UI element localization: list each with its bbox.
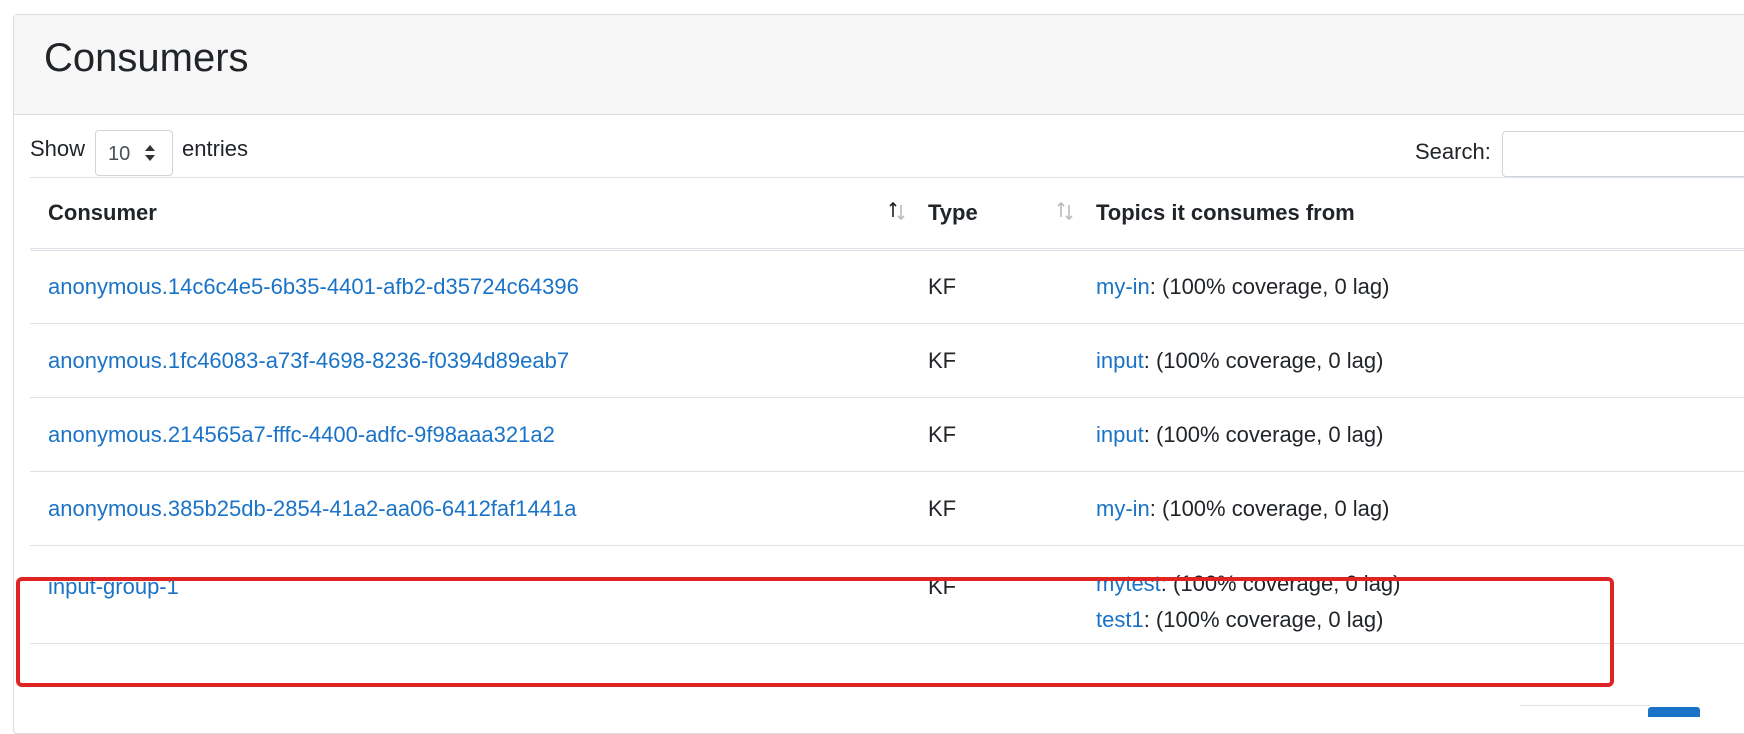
topic-link[interactable]: test1 xyxy=(1096,607,1144,632)
topic-info: : (100% coverage, 0 lag) xyxy=(1143,421,1384,447)
topic-info: : (100% coverage, 0 lag) xyxy=(1160,571,1401,596)
consumer-link[interactable]: anonymous.385b25db-2854-41a2-aa06-6412fa… xyxy=(48,496,576,521)
topic-entry: test1: (100% coverage, 0 lag) xyxy=(1096,602,1744,638)
sort-icon xyxy=(1057,201,1073,221)
topic-entry: input: (100% coverage, 0 lag) xyxy=(1096,343,1744,379)
table-header-row: Consumer Type Topics it consumes from xyxy=(30,177,1744,251)
topic-entry: mytest: (100% coverage, 0 lag) xyxy=(1096,566,1744,602)
topic-entry: my-in: (100% coverage, 0 lag) xyxy=(1096,269,1744,305)
column-header-label: Type xyxy=(928,200,978,225)
table-row: input-group-1 KF mytest: (100% coverage,… xyxy=(30,545,1744,644)
consumer-link[interactable]: anonymous.1fc46083-a73f-4698-8236-f0394d… xyxy=(48,348,569,373)
table-row: anonymous.1fc46083-a73f-4698-8236-f0394d… xyxy=(30,323,1744,398)
topic-entry: input: (100% coverage, 0 lag) xyxy=(1096,417,1744,453)
column-header-topics[interactable]: Topics it consumes from xyxy=(1078,177,1744,251)
type-cell: KF xyxy=(910,249,1078,324)
search-label: Search: xyxy=(1415,139,1491,164)
type-cell: KF xyxy=(910,471,1078,546)
consumer-link[interactable]: anonymous.14c6c4e5-6b35-4401-afb2-d35724… xyxy=(48,274,579,299)
page-title: Consumers xyxy=(44,36,249,80)
topic-info: : (100% coverage, 0 lag) xyxy=(1143,347,1384,373)
topic-link[interactable]: input xyxy=(1096,422,1144,447)
card-header: Consumers xyxy=(14,15,1744,115)
topic-link[interactable]: my-in xyxy=(1096,496,1150,521)
show-label: Show xyxy=(30,136,86,161)
topic-info: : (100% coverage, 0 lag) xyxy=(1149,274,1390,299)
topic-entry: my-in: (100% coverage, 0 lag) xyxy=(1096,491,1744,527)
topic-info: : (100% coverage, 0 lag) xyxy=(1149,495,1390,521)
column-header-label: Consumer xyxy=(48,200,157,225)
type-cell: KF xyxy=(910,545,1078,644)
type-cell: KF xyxy=(910,397,1078,472)
type-cell: KF xyxy=(910,323,1078,398)
entries-label: entries xyxy=(182,136,249,161)
consumer-link[interactable]: anonymous.214565a7-fffc-4400-adfc-9f98aa… xyxy=(48,422,555,447)
column-header-type[interactable]: Type xyxy=(910,177,1078,251)
search-input[interactable] xyxy=(1502,131,1744,177)
table-row: anonymous.214565a7-fffc-4400-adfc-9f98aa… xyxy=(30,397,1744,472)
entries-select[interactable]: 10 xyxy=(95,130,173,176)
table-row: anonymous.14c6c4e5-6b35-4401-afb2-d35724… xyxy=(30,249,1744,324)
consumer-link[interactable]: input-group-1 xyxy=(48,574,179,599)
entries-select-value: 10 xyxy=(108,143,131,165)
topic-link[interactable]: mytest xyxy=(1096,571,1161,596)
pagination-active-page[interactable] xyxy=(1648,707,1700,717)
topic-link[interactable]: my-in xyxy=(1096,274,1150,299)
consumers-table: Consumer Type Topics it consumes from an… xyxy=(30,177,1744,644)
sort-icon xyxy=(889,201,905,221)
column-header-label: Topics it consumes from xyxy=(1096,200,1355,225)
table-row: anonymous.385b25db-2854-41a2-aa06-6412fa… xyxy=(30,471,1744,546)
select-updown-icon xyxy=(145,145,155,161)
topic-info: : (100% coverage, 0 lag) xyxy=(1143,607,1384,632)
column-header-consumer[interactable]: Consumer xyxy=(30,177,910,251)
topic-link[interactable]: input xyxy=(1096,348,1144,373)
